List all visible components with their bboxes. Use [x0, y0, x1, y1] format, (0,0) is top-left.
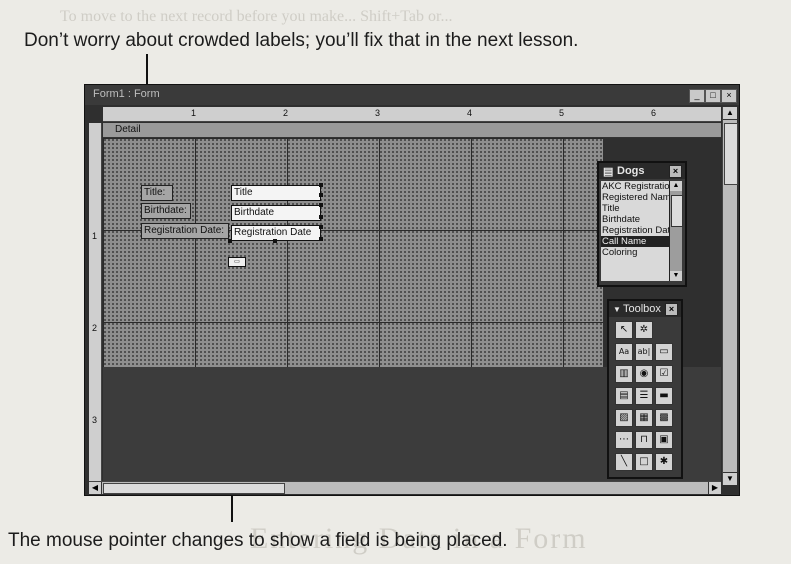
toolbox-close-button[interactable]: ×: [665, 303, 678, 316]
label-tool-icon[interactable]: Aa: [615, 343, 633, 361]
restore-button[interactable]: □: [705, 89, 721, 103]
window-titlebar[interactable]: Form1 : Form _ □ ×: [85, 85, 739, 105]
subform-tool-icon[interactable]: ▣: [655, 431, 673, 449]
bottom-callout-caption: The mouse pointer changes to show a fiel…: [8, 530, 508, 551]
moretools-tool-icon[interactable]: ✱: [655, 453, 673, 471]
field-list-item[interactable]: Registered Name: [601, 192, 669, 203]
rectangle-tool-icon[interactable]: □: [635, 453, 653, 471]
field-list-scrollbar[interactable]: ▲ ▼: [669, 181, 683, 281]
selection-handle[interactable]: [319, 203, 323, 207]
toolbox-menu-icon: ▼: [613, 305, 621, 314]
listbox-tool-icon[interactable]: ☰: [635, 387, 653, 405]
commandbutton-tool-icon[interactable]: ▬: [655, 387, 673, 405]
registration-date-label[interactable]: Registration Date:: [141, 223, 229, 239]
textbox-tool-icon[interactable]: ab|: [635, 343, 653, 361]
selection-handle[interactable]: [319, 225, 323, 229]
ruler-mark: 2: [92, 323, 98, 333]
optionbutton-tool-icon[interactable]: ◉: [635, 365, 653, 383]
ruler-mark: 5: [559, 108, 565, 118]
vertical-ruler[interactable]: 1 2 3: [89, 123, 102, 483]
bleed-through-text-top: To move to the next record before you ma…: [60, 8, 453, 25]
field-list-titlebar[interactable]: ▤ Dogs ×: [599, 163, 685, 179]
optiongroup-tool-icon[interactable]: ▭: [655, 343, 673, 361]
minimize-button[interactable]: _: [689, 89, 705, 103]
scroll-right-button[interactable]: ▶: [708, 482, 721, 494]
ruler-mark: 2: [283, 108, 289, 118]
top-callout-caption: Don’t worry about crowded labels; you’ll…: [24, 30, 579, 51]
ruler-mark: 4: [467, 108, 473, 118]
field-list[interactable]: AKC Registration Registered Name Title Birt…: [601, 181, 669, 281]
birthdate-label[interactable]: Birthdate:: [141, 203, 191, 219]
field-list-title: Dogs: [617, 165, 645, 177]
selection-handle[interactable]: [319, 193, 323, 197]
scroll-up-button[interactable]: ▲: [670, 181, 682, 191]
title-field[interactable]: Title: [231, 185, 321, 201]
close-button[interactable]: ×: [721, 89, 737, 103]
unbound-frame-tool-icon[interactable]: ▦: [635, 409, 653, 427]
field-list-close-button[interactable]: ×: [669, 165, 682, 178]
field-list-item[interactable]: Call Name: [601, 236, 669, 247]
horizontal-ruler[interactable]: 1 2 3 4 5 6: [103, 107, 721, 122]
selection-handle[interactable]: [228, 239, 232, 243]
ruler-mark: 6: [651, 108, 657, 118]
toolbox-title: Toolbox: [623, 303, 661, 315]
selection-handle[interactable]: [319, 183, 323, 187]
birthdate-field[interactable]: Birthdate: [231, 205, 321, 221]
book-page: To move to the next record before you ma…: [0, 0, 791, 564]
field-list-item[interactable]: Title: [601, 203, 669, 214]
form-design-window: Form1 : Form _ □ × 1 2 3 4 5 6 1 2 3 Det…: [84, 84, 740, 496]
field-list-item[interactable]: Registration Date: [601, 225, 669, 236]
pointer-tool-icon[interactable]: ↖: [615, 321, 633, 339]
checkbox-tool-icon[interactable]: ☑: [655, 365, 673, 383]
scroll-thumb[interactable]: [671, 195, 683, 227]
title-label[interactable]: Title:: [141, 185, 173, 201]
field-list-item[interactable]: AKC Registration: [601, 181, 669, 192]
field-list-panel[interactable]: ▤ Dogs × AKC Registration Registered Name…: [597, 161, 687, 287]
scroll-down-button[interactable]: ▼: [723, 472, 737, 485]
line-tool-icon[interactable]: ╲: [615, 453, 633, 471]
tabcontrol-tool-icon[interactable]: ⊓: [635, 431, 653, 449]
table-icon: ▤: [603, 166, 614, 178]
pagebreak-tool-icon[interactable]: ⋯: [615, 431, 633, 449]
selection-handle[interactable]: [273, 239, 277, 243]
image-tool-icon[interactable]: ▨: [615, 409, 633, 427]
scroll-thumb[interactable]: [724, 123, 738, 185]
wizard-tool-icon[interactable]: ✲: [635, 321, 653, 339]
toolbox-titlebar[interactable]: ▼ Toolbox ×: [609, 301, 681, 317]
field-placement-pointer-icon: ▭: [228, 257, 246, 267]
field-list-item[interactable]: Birthdate: [601, 214, 669, 225]
combobox-tool-icon[interactable]: ▤: [615, 387, 633, 405]
scroll-left-button[interactable]: ◀: [89, 482, 102, 494]
togglebutton-tool-icon[interactable]: ▥: [615, 365, 633, 383]
toolbox-panel[interactable]: ▼ Toolbox × ↖ ✲ Aa ab| ▭ ▥ ◉ ☑ ▤ ☰ ▬ ▨ ▦ ▩ ⋯ ⊓ ▣ ╲ □ ✱: [607, 299, 683, 479]
horizontal-scrollbar[interactable]: ◀ ▶: [89, 481, 721, 494]
ruler-mark: 3: [92, 415, 98, 425]
ruler-mark: 3: [375, 108, 381, 118]
ruler-mark: 1: [92, 231, 98, 241]
detail-section-bar[interactable]: Detail: [103, 123, 721, 138]
selection-handle[interactable]: [319, 237, 323, 241]
detail-section-label: Detail: [115, 124, 141, 135]
selection-handle[interactable]: [319, 215, 323, 219]
scroll-thumb[interactable]: [103, 483, 285, 494]
bound-frame-tool-icon[interactable]: ▩: [655, 409, 673, 427]
scroll-down-button[interactable]: ▼: [670, 271, 682, 281]
scroll-up-button[interactable]: ▲: [723, 107, 737, 120]
form-detail-grid[interactable]: [103, 138, 603, 367]
ruler-mark: 1: [191, 108, 197, 118]
vertical-scrollbar[interactable]: ▲ ▼: [722, 107, 738, 485]
window-title: Form1 : Form: [93, 88, 160, 100]
field-list-item[interactable]: Coloring: [601, 247, 669, 258]
